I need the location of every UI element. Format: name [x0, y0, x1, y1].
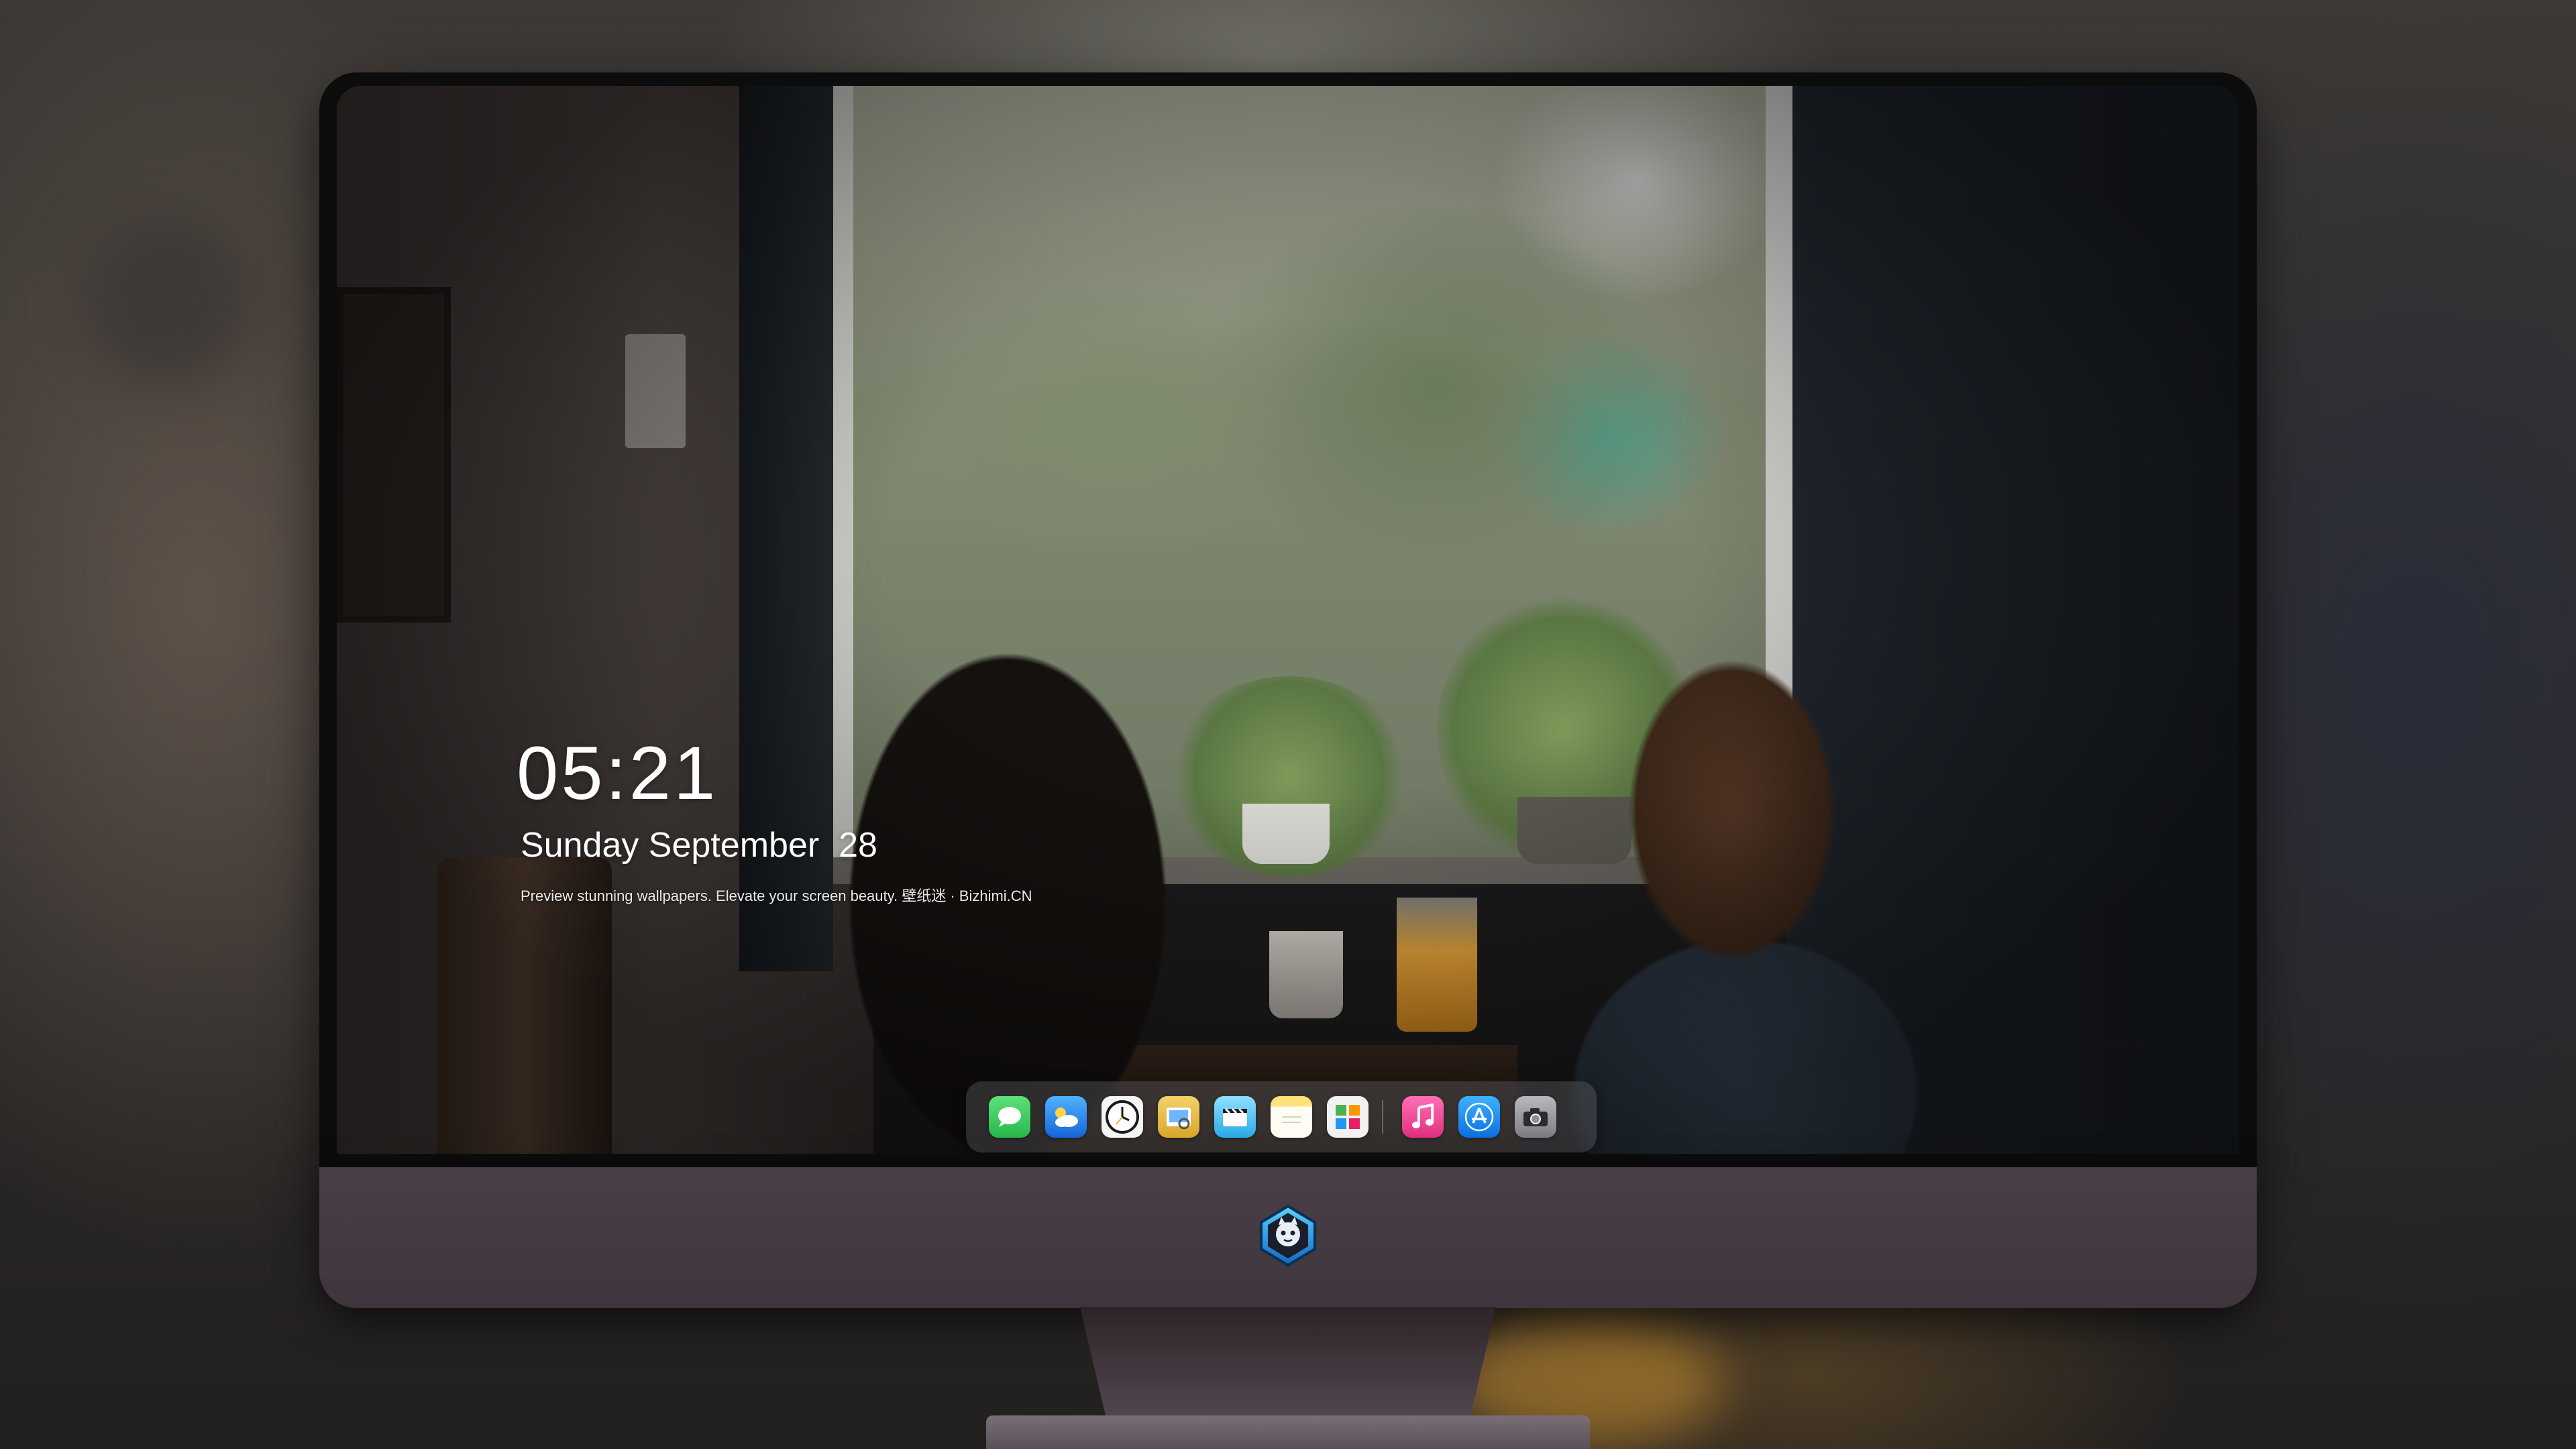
app-store-icon[interactable]	[1458, 1096, 1500, 1138]
preview-icon[interactable]	[1158, 1096, 1199, 1138]
notes-icon[interactable]	[1271, 1096, 1312, 1138]
camera-icon[interactable]	[1515, 1096, 1556, 1138]
wallpaper-vignette	[337, 86, 2239, 1154]
clock-icon[interactable]	[1102, 1096, 1143, 1138]
desktop-background: 05:21 Sunday September 28 Preview stunni…	[0, 0, 2576, 1449]
dock-separator	[1382, 1100, 1383, 1134]
music-icon[interactable]	[1402, 1096, 1444, 1138]
monitor-screen: 05:21 Sunday September 28 Preview stunni…	[337, 86, 2239, 1154]
lock-screen-date: Sunday September 28	[521, 826, 877, 865]
background-blur-shape	[80, 215, 255, 389]
dock	[966, 1081, 1597, 1152]
brand-logo-icon	[1260, 1204, 1316, 1267]
weather-icon[interactable]	[1045, 1096, 1087, 1138]
clips-icon[interactable]	[1214, 1096, 1256, 1138]
monitor-stand-base	[986, 1415, 1590, 1449]
messages-icon[interactable]	[989, 1096, 1030, 1138]
wallpaper-caption: Preview stunning wallpapers. Elevate you…	[521, 888, 1032, 904]
photo-booth-icon[interactable]	[1327, 1096, 1368, 1138]
lock-screen-time: 05:21	[517, 731, 718, 815]
